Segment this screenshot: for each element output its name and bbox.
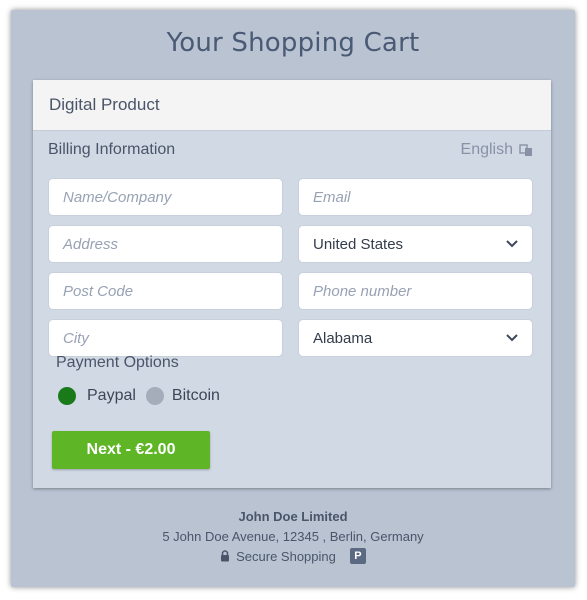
payment-options: Paypal Bitcoin xyxy=(58,387,220,405)
state-value: Alabama xyxy=(313,329,373,347)
address-field[interactable]: Address xyxy=(49,226,282,262)
name-company-field[interactable]: Name/Company xyxy=(49,179,282,215)
payment-options-label: Payment Options xyxy=(56,354,179,371)
chevron-down-icon xyxy=(506,240,518,248)
company-name: John Doe Limited xyxy=(238,509,348,524)
cart-window: Your Shopping Cart Digital Product Billi… xyxy=(11,10,575,587)
paypal-label[interactable]: Paypal xyxy=(87,387,136,405)
city-placeholder: City xyxy=(63,329,89,347)
product-title: Digital Product xyxy=(49,95,160,114)
language-selector[interactable]: English xyxy=(461,141,533,159)
lock-icon xyxy=(221,550,230,562)
city-field[interactable]: City xyxy=(49,320,282,356)
phone-placeholder: Phone number xyxy=(313,282,412,300)
paypal-radio[interactable] xyxy=(58,387,76,405)
panel-header: Digital Product xyxy=(33,80,551,131)
email-field[interactable]: Email xyxy=(299,179,532,215)
checkout-panel: Digital Product Billing Information Engl… xyxy=(33,80,551,488)
postcode-field[interactable]: Post Code xyxy=(49,273,282,309)
name-company-placeholder: Name/Company xyxy=(63,188,172,206)
postcode-placeholder: Post Code xyxy=(63,282,134,300)
bitcoin-radio[interactable] xyxy=(145,387,164,405)
paypal-badge-icon: P xyxy=(349,548,366,564)
billing-label: Billing Information xyxy=(48,141,176,158)
state-select[interactable]: Alabama xyxy=(299,320,532,356)
page-title: Your Shopping Cart xyxy=(166,28,420,58)
phone-field[interactable]: Phone number xyxy=(299,273,532,309)
country-select[interactable]: United States xyxy=(299,226,532,262)
email-placeholder: Email xyxy=(313,188,351,206)
secure-shopping: Secure Shopping P xyxy=(11,548,575,564)
next-button[interactable]: Next - €2.00 xyxy=(52,431,210,469)
company-address: 5 John Doe Avenue, 12345 , Berlin, Germa… xyxy=(162,529,424,544)
chevron-down-icon xyxy=(506,334,518,342)
address-placeholder: Address xyxy=(63,235,119,253)
language-label: English xyxy=(460,141,513,158)
secure-label: Secure Shopping xyxy=(236,548,336,564)
bitcoin-label[interactable]: Bitcoin xyxy=(172,387,220,405)
translate-icon xyxy=(519,144,532,156)
country-value: United States xyxy=(313,235,404,253)
